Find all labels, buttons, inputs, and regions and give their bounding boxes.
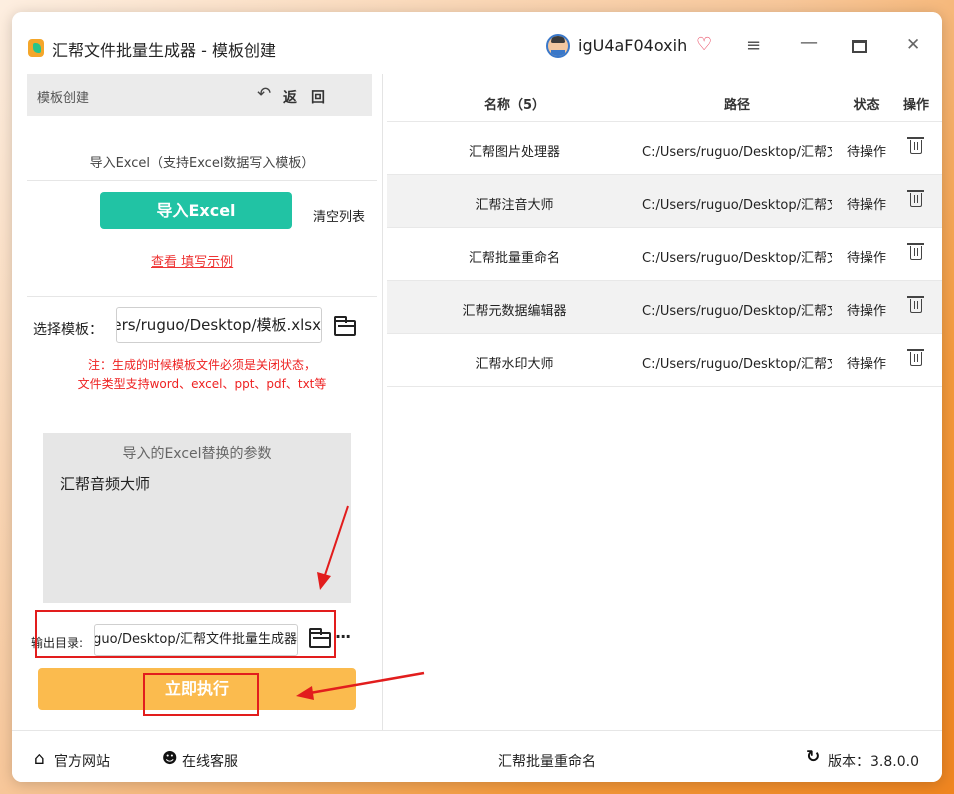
trash-icon[interactable]: [907, 137, 924, 154]
row-path: C:/Users/ruguo/Desktop/汇帮文: [642, 251, 832, 266]
home-icon[interactable]: ⌂: [34, 749, 45, 769]
app-window: 汇帮文件批量生成器 - 模板创建 igU4aF04oxih ♡ ≡ — ✕ 模板…: [12, 12, 942, 782]
minimize-icon[interactable]: —: [800, 32, 818, 53]
window-title: 汇帮文件批量生成器 - 模板创建: [52, 41, 276, 60]
row-status: 待操作: [846, 251, 886, 266]
user-avatar[interactable]: [546, 34, 570, 58]
clear-list-button[interactable]: 清空列表: [313, 206, 365, 225]
app-logo-icon: [28, 39, 44, 57]
left-panel: 模板创建 ↶ 返回 导入Excel（支持Excel数据写入模板） 导入Excel…: [27, 74, 383, 730]
trash-icon[interactable]: [907, 296, 924, 313]
trash-icon[interactable]: [907, 349, 924, 366]
footer-product-name: 汇帮批量重命名: [498, 754, 596, 770]
row-path: C:/Users/ruguo/Desktop/汇帮文: [642, 304, 832, 319]
column-header-status: 状态: [853, 98, 880, 113]
row-name: 汇帮注音大师: [475, 198, 554, 213]
row-name: 汇帮批量重命名: [468, 251, 560, 266]
version-label[interactable]: 版本：3.8.0.0: [828, 751, 919, 771]
note-line-2: 文件类型支持word、excel、ppt、pdf、txt等: [77, 377, 327, 391]
row-name: 汇帮元数据编辑器: [462, 304, 567, 319]
table-row[interactable]: 汇帮水印大师 C:/Users/ruguo/Desktop/汇帮文 待操作: [387, 334, 942, 387]
warning-note: 注：生成的时候模板文件必须是关闭状态， 文件类型支持word、excel、ppt…: [27, 356, 377, 394]
template-path-input[interactable]: C:/Users/ruguo/Desktop/模板.xlsx: [116, 307, 322, 343]
row-path: C:/Users/ruguo/Desktop/汇帮文: [642, 145, 832, 160]
username[interactable]: igU4aF04oxih: [578, 36, 687, 55]
row-path: C:/Users/ruguo/Desktop/汇帮文: [642, 357, 832, 372]
folder-open-icon[interactable]: [334, 316, 356, 336]
row-name: 汇帮图片处理器: [468, 145, 560, 160]
template-label: 选择模板：: [33, 322, 103, 338]
panel-title: 模板创建: [37, 91, 90, 106]
row-name: 汇帮水印大师: [475, 357, 554, 372]
param-value: 汇帮音频大师: [60, 475, 151, 493]
back-button[interactable]: 返回: [283, 87, 339, 107]
hamburger-menu-icon[interactable]: ≡: [746, 35, 761, 56]
panel-header: 模板创建 ↶ 返回: [27, 74, 372, 116]
status-bar: ⌂ 官方网站 ☻ 在线客服 汇帮批量重命名 ↻ 版本：3.8.0.0: [12, 730, 942, 782]
title-bar: 汇帮文件批量生成器 - 模板创建 igU4aF04oxih ♡ ≡ — ✕: [12, 12, 942, 74]
import-hint: 导入Excel（支持Excel数据写入模板）: [89, 156, 315, 171]
more-options-icon[interactable]: ···: [335, 627, 351, 646]
refresh-icon[interactable]: ↻: [806, 747, 820, 767]
import-excel-button[interactable]: 导入Excel: [100, 192, 292, 229]
column-header-path: 路径: [723, 98, 750, 113]
trash-icon[interactable]: [907, 190, 924, 207]
table-row[interactable]: 汇帮图片处理器 C:/Users/ruguo/Desktop/汇帮文 待操作: [387, 122, 942, 175]
row-status: 待操作: [846, 357, 886, 372]
column-header-name: 名称（5）: [483, 98, 546, 113]
customer-service-icon[interactable]: ☻: [162, 749, 178, 767]
vip-heart-icon[interactable]: ♡: [696, 34, 712, 55]
online-service-link[interactable]: 在线客服: [182, 751, 238, 771]
close-icon[interactable]: ✕: [906, 35, 920, 55]
divider: [27, 296, 377, 297]
row-status: 待操作: [846, 198, 886, 213]
table-row[interactable]: 汇帮注音大师 C:/Users/ruguo/Desktop/汇帮文 待操作: [387, 175, 942, 228]
annotation-box-output: [35, 610, 336, 658]
maximize-icon[interactable]: [852, 40, 867, 53]
divider: [27, 180, 377, 181]
official-site-link[interactable]: 官方网站: [54, 751, 110, 771]
param-title: 导入的Excel替换的参数: [122, 446, 272, 462]
row-status: 待操作: [846, 145, 886, 160]
table-row[interactable]: 汇帮元数据编辑器 C:/Users/ruguo/Desktop/汇帮文 待操作: [387, 281, 942, 334]
annotation-box-run: [143, 673, 259, 716]
example-link[interactable]: 查看 填写示例: [151, 251, 233, 270]
param-box: 导入的Excel替换的参数 汇帮音频大师: [43, 433, 351, 603]
back-arrow-icon[interactable]: ↶: [257, 84, 271, 104]
table-header: 名称（5） 路径 状态 操作: [387, 74, 942, 122]
row-status: 待操作: [846, 304, 886, 319]
column-header-op: 操作: [903, 98, 930, 113]
trash-icon[interactable]: [907, 243, 924, 260]
table-row[interactable]: 汇帮批量重命名 C:/Users/ruguo/Desktop/汇帮文 待操作: [387, 228, 942, 281]
note-line-1: 注：生成的时候模板文件必须是关闭状态，: [87, 358, 316, 372]
row-path: C:/Users/ruguo/Desktop/汇帮文: [642, 198, 832, 213]
